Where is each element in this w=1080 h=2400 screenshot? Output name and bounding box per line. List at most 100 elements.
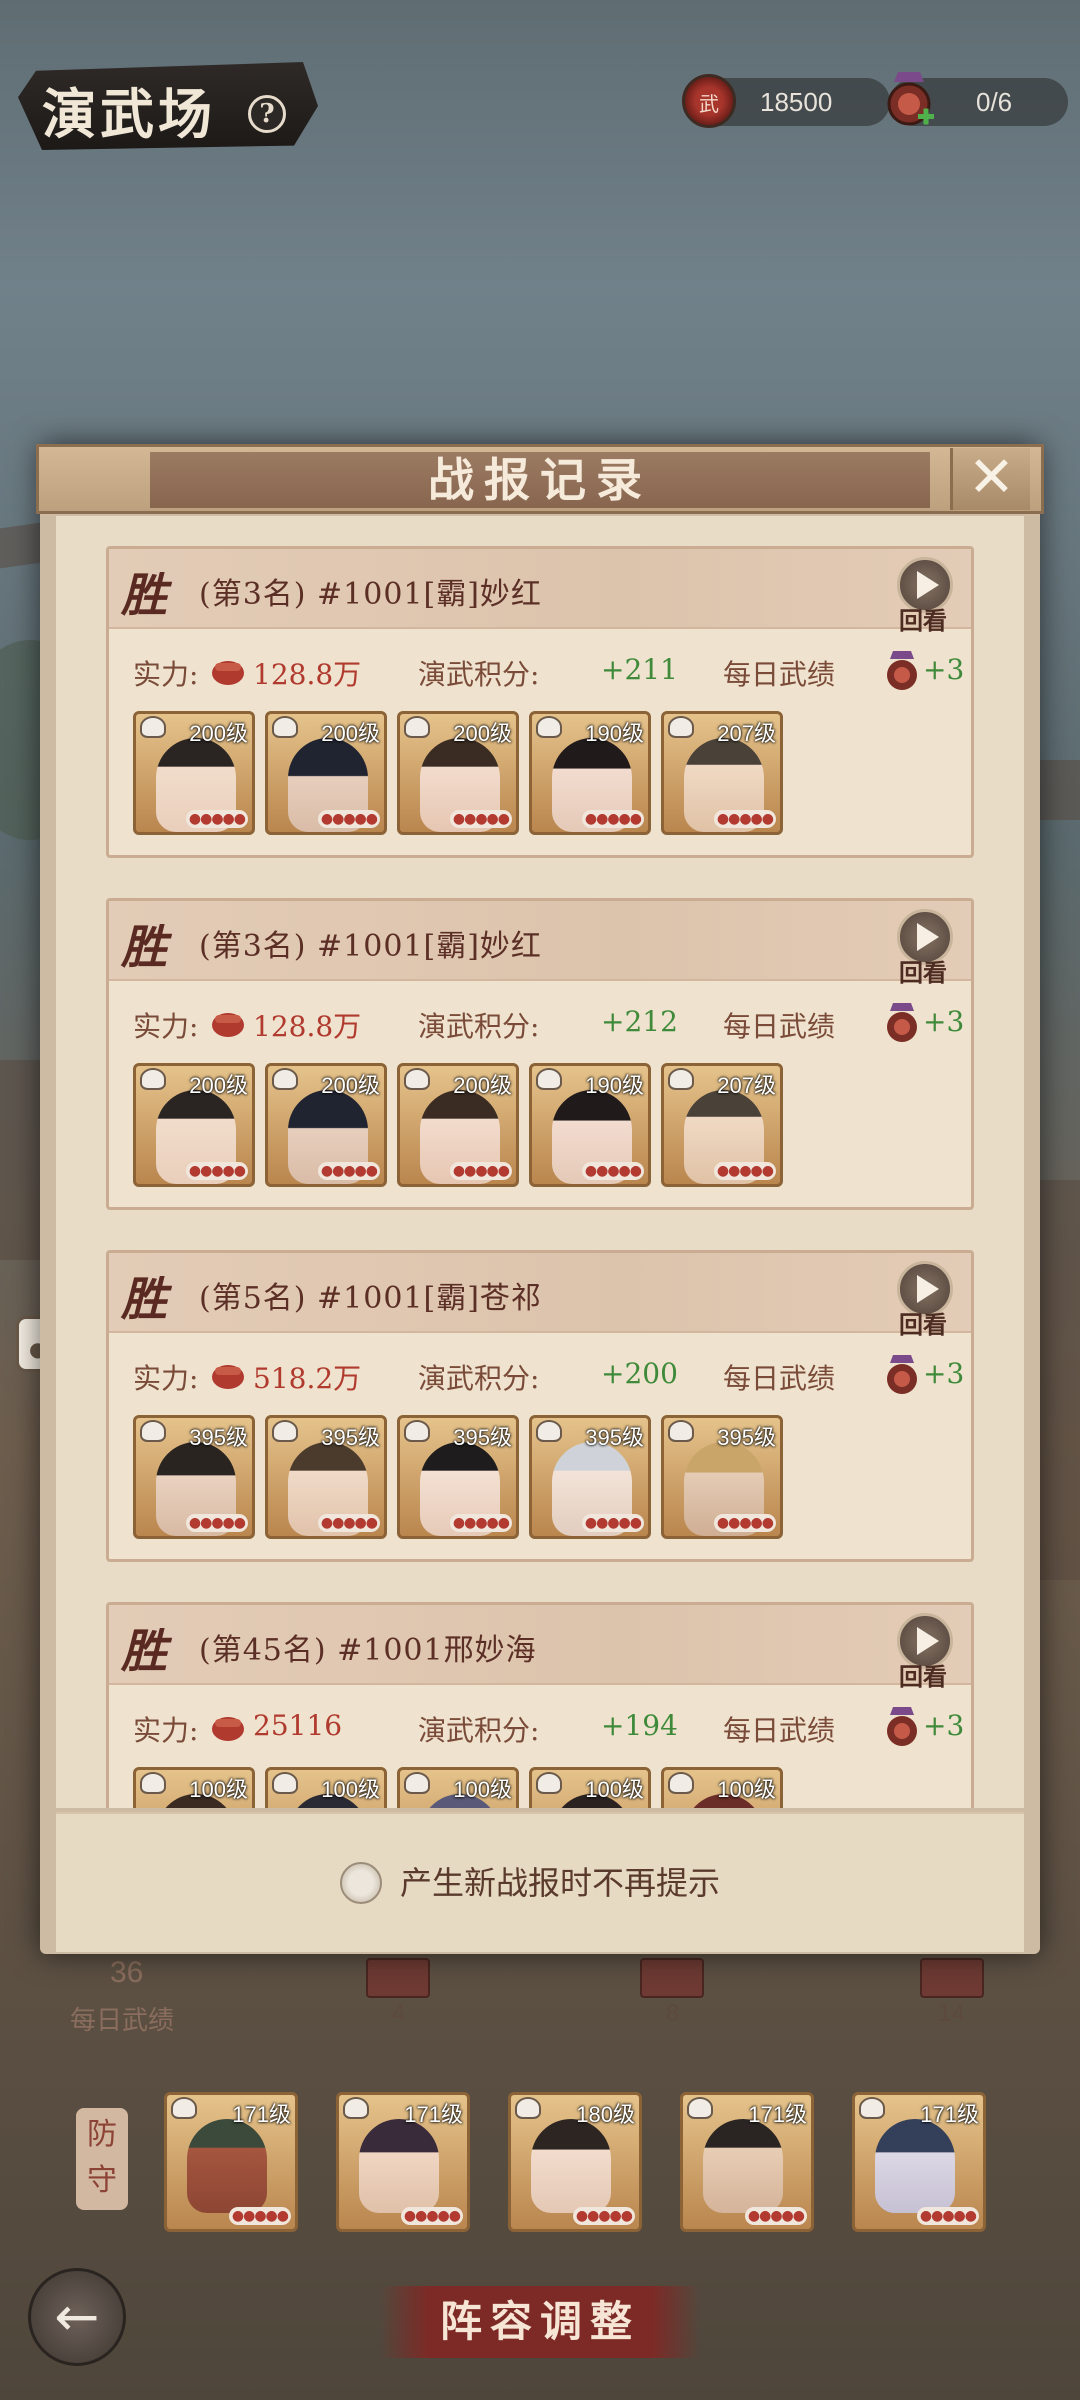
fist-icon bbox=[212, 1365, 244, 1389]
defense-label: 防守 bbox=[76, 2108, 128, 2210]
milestone-label: 4 bbox=[392, 2000, 406, 2027]
power-value: 518.2万 bbox=[253, 1362, 362, 1395]
milestone-label: 8 bbox=[666, 2000, 680, 2027]
hero-card[interactable]: 200级 ●●●●● bbox=[397, 1063, 519, 1187]
milestone-label: 14 bbox=[938, 2000, 965, 2027]
points-value: +211 bbox=[601, 653, 678, 686]
martial-coin-icon: 武 bbox=[682, 74, 736, 128]
hero-card[interactable]: 190级 ●●●●● bbox=[529, 1063, 651, 1187]
medal-icon bbox=[887, 1003, 917, 1042]
power-value: 25116 bbox=[253, 1709, 343, 1742]
daily-value: +3 bbox=[923, 1709, 965, 1742]
victory-badge: 胜 bbox=[117, 911, 207, 974]
hero-stars: ●●●●● bbox=[916, 2207, 979, 2225]
hero-stars: ●●●●● bbox=[572, 2207, 635, 2225]
medal-plus-icon[interactable] bbox=[880, 68, 938, 130]
report-card: 胜 (第45名) #1001邢妙海 回看 实力: 25116 演武积分: +19… bbox=[106, 1602, 974, 1808]
top-bar: 演武场 ? 18500 武 0/6 bbox=[0, 0, 1080, 170]
replay-button[interactable]: 回看 bbox=[895, 557, 955, 635]
opponent-rank-name: (第3名) #1001[霸]妙红 bbox=[199, 577, 542, 612]
stat-row: 实力: 25116 演武积分: +194 每日武绩 +3 bbox=[133, 1707, 973, 1749]
hero-card[interactable]: 100级 bbox=[397, 1767, 519, 1808]
hero-card[interactable]: 100级 bbox=[265, 1767, 387, 1808]
fist-icon bbox=[212, 661, 244, 685]
report-list[interactable]: 胜 (第3名) #1001[霸]妙红 回看 实力: 128.8万 演武积分: +… bbox=[56, 516, 1024, 1808]
medal-count: 0/6 bbox=[976, 87, 1013, 117]
victory-badge: 胜 bbox=[117, 1263, 207, 1326]
hero-card[interactable]: 200级 ●●●●● bbox=[265, 1063, 387, 1187]
hero-level: 180级 bbox=[576, 2102, 635, 2127]
opponent-rank-name: (第5名) #1001[霸]苍祁 bbox=[199, 1281, 542, 1316]
defense-hero-card[interactable]: 171级 ●●●●● bbox=[852, 2092, 986, 2232]
hero-card[interactable]: 200级 ●●●●● bbox=[133, 711, 255, 835]
power-value: 128.8万 bbox=[253, 658, 362, 691]
hero-stars: ●●●●● bbox=[744, 2207, 807, 2225]
replay-button[interactable]: 回看 bbox=[895, 909, 955, 987]
fist-icon bbox=[212, 1717, 244, 1741]
hero-card[interactable]: 200级 ●●●●● bbox=[397, 711, 519, 835]
points-value: +212 bbox=[601, 1005, 678, 1038]
question-icon[interactable]: ? bbox=[248, 95, 286, 133]
page-title: 演武场 bbox=[42, 82, 216, 146]
hero-card[interactable]: 100级 bbox=[529, 1767, 651, 1808]
close-icon[interactable]: ✕ bbox=[950, 448, 1030, 510]
points-value: +200 bbox=[601, 1357, 678, 1390]
milestone-chest[interactable] bbox=[640, 1958, 704, 1998]
victory-badge: 胜 bbox=[117, 1615, 207, 1678]
hero-card[interactable]: 190级 ●●●●● bbox=[529, 711, 651, 835]
opponent-rank-name: (第45名) #1001邢妙海 bbox=[199, 1633, 537, 1668]
hero-level: 171级 bbox=[404, 2102, 463, 2127]
hero-card[interactable]: 395级 ●●●●● bbox=[133, 1415, 255, 1539]
currency-value: 18500 bbox=[760, 87, 833, 117]
defense-hero-card[interactable]: 171级 ●●●●● bbox=[336, 2092, 470, 2232]
hero-card[interactable]: 100级 bbox=[661, 1767, 783, 1808]
replay-button[interactable]: 回看 bbox=[895, 1613, 955, 1691]
medal-icon bbox=[887, 1707, 917, 1746]
hero-level: 171级 bbox=[232, 2102, 291, 2127]
replay-button[interactable]: 回看 bbox=[895, 1261, 955, 1339]
daily-score-label: 每日武绩 bbox=[70, 2006, 175, 2036]
dont-remind-label[interactable]: 产生新战报时不再提示 bbox=[400, 1862, 720, 1904]
lineup-adjust-button[interactable]: 阵容调整 bbox=[380, 2286, 700, 2358]
hero-card[interactable]: 207级 ●●●●● bbox=[661, 711, 783, 835]
report-card: 胜 (第3名) #1001[霸]妙红 回看 实力: 128.8万 演武积分: +… bbox=[106, 898, 974, 1210]
hero-card[interactable]: 200级 ●●●●● bbox=[265, 711, 387, 835]
hero-card[interactable]: 395级 ●●●●● bbox=[529, 1415, 651, 1539]
fist-icon bbox=[212, 1013, 244, 1037]
hero-stars: ●●●●● bbox=[228, 2207, 291, 2225]
report-card: 胜 (第5名) #1001[霸]苍祁 回看 实力: 518.2万 演武积分: +… bbox=[106, 1250, 974, 1562]
milestone-chest[interactable] bbox=[366, 1958, 430, 1998]
hero-stars: ●●●●● bbox=[400, 2207, 463, 2225]
stat-row: 实力: 128.8万 演武积分: +211 每日武绩 +3 bbox=[133, 651, 973, 693]
hero-class-icon bbox=[171, 2097, 197, 2119]
defense-hero-card[interactable]: 180级 ●●●●● bbox=[508, 2092, 642, 2232]
daily-score-value: 36 bbox=[110, 1956, 144, 1989]
report-card: 胜 (第3名) #1001[霸]妙红 回看 实力: 128.8万 演武积分: +… bbox=[106, 546, 974, 858]
hero-card[interactable]: 207级 ●●●●● bbox=[661, 1063, 783, 1187]
hero-card[interactable]: 395级 ●●●●● bbox=[397, 1415, 519, 1539]
hero-level: 171级 bbox=[748, 2102, 807, 2127]
opponent-rank-name: (第3名) #1001[霸]妙红 bbox=[199, 929, 542, 964]
daily-value: +3 bbox=[923, 653, 965, 686]
daily-value: +3 bbox=[923, 1005, 965, 1038]
dont-remind-checkbox[interactable] bbox=[340, 1862, 382, 1904]
medal-icon bbox=[887, 1355, 917, 1394]
defense-hero-card[interactable]: 171级 ●●●●● bbox=[680, 2092, 814, 2232]
milestone-chest[interactable] bbox=[920, 1958, 984, 1998]
power-value: 128.8万 bbox=[253, 1010, 362, 1043]
hero-card[interactable]: 100级 bbox=[133, 1767, 255, 1808]
hero-class-icon bbox=[687, 2097, 713, 2119]
back-arrow-icon[interactable]: ← bbox=[28, 2268, 126, 2366]
hero-card[interactable]: 200级 ●●●●● bbox=[133, 1063, 255, 1187]
hero-card[interactable]: 395级 ●●●●● bbox=[265, 1415, 387, 1539]
points-value: +194 bbox=[601, 1709, 678, 1742]
hero-class-icon bbox=[859, 2097, 885, 2119]
defense-hero-card[interactable]: 171级 ●●●●● bbox=[164, 2092, 298, 2232]
hero-level: 171级 bbox=[920, 2102, 979, 2127]
stat-row: 实力: 128.8万 演武积分: +212 每日武绩 +3 bbox=[133, 1003, 973, 1045]
hero-class-icon bbox=[343, 2097, 369, 2119]
stat-row: 实力: 518.2万 演武积分: +200 每日武绩 +3 bbox=[133, 1355, 973, 1397]
victory-badge: 胜 bbox=[117, 559, 207, 622]
hero-card[interactable]: 395级 ●●●●● bbox=[661, 1415, 783, 1539]
hero-class-icon bbox=[515, 2097, 541, 2119]
